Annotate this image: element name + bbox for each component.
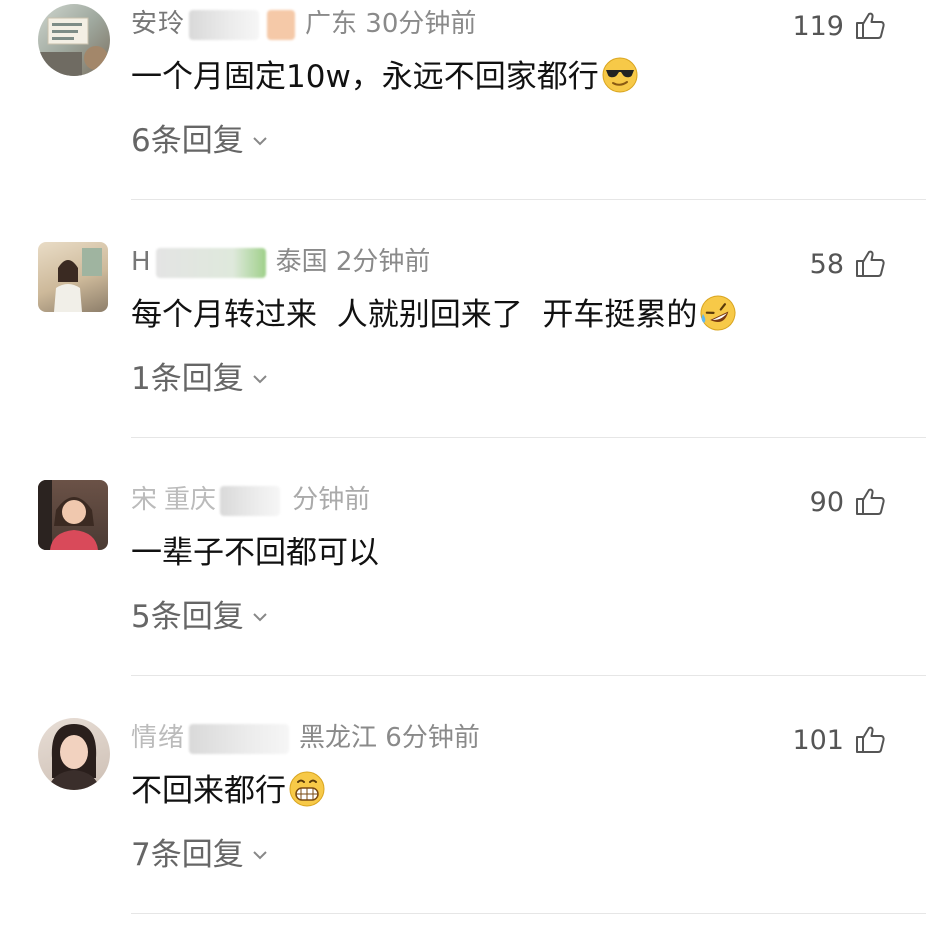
timestamp: 30分钟前	[365, 9, 477, 39]
location: 黑龙江	[299, 723, 378, 753]
divider	[131, 913, 926, 914]
avatar[interactable]	[38, 4, 110, 76]
comment-item: H 泰国 2分钟前 58 每个月转过来 人就别回来了 开车挺累的 1条回复	[0, 238, 926, 476]
timestamp: 分钟前	[292, 485, 371, 515]
like-count: 58	[809, 248, 844, 280]
view-replies-button[interactable]: 5条回复	[131, 594, 270, 640]
comment-meta: 情绪 黑龙江 6分钟前	[131, 716, 651, 760]
replies-label: 5条回复	[131, 599, 244, 635]
location: 泰国	[275, 247, 328, 277]
thumbs-up-icon	[856, 250, 885, 277]
like-button[interactable]: 90	[810, 482, 886, 522]
rolling-laughing-emoji-icon	[700, 295, 736, 331]
blurred-name	[155, 247, 266, 278]
location: 重庆	[164, 485, 217, 515]
username[interactable]: 安玲	[131, 9, 185, 39]
thumbs-up-icon	[856, 12, 885, 39]
location: 广东	[305, 9, 358, 39]
divider	[131, 437, 926, 438]
divider	[131, 199, 926, 200]
chevron-down-icon	[253, 137, 267, 146]
username[interactable]: H	[131, 247, 152, 277]
divider	[131, 675, 926, 676]
comment-item: 情绪 黑龙江 6分钟前 101 不回来都行 7条回复	[0, 714, 926, 952]
view-replies-button[interactable]: 1条回复	[131, 356, 270, 402]
username[interactable]: 宋	[131, 485, 158, 515]
comment-meta: 宋重庆 分钟前	[131, 478, 651, 522]
thumbs-up-icon	[856, 726, 885, 753]
blurred-name	[267, 9, 296, 40]
grinning-emoji-icon	[289, 771, 325, 807]
like-button[interactable]: 101	[792, 720, 886, 760]
replies-label: 6条回复	[131, 123, 244, 159]
comment-body: 每个月转过来 人就别回来了 开车挺累的	[131, 297, 698, 333]
avatar[interactable]	[38, 242, 108, 312]
like-count: 101	[792, 724, 844, 756]
chevron-down-icon	[253, 613, 267, 622]
timestamp: 2分钟前	[335, 247, 431, 277]
like-count: 119	[792, 10, 844, 42]
like-button[interactable]: 58	[810, 244, 886, 284]
comment-text: 一辈子不回都可以	[131, 530, 379, 576]
avatar[interactable]	[38, 480, 108, 550]
chevron-down-icon	[253, 375, 267, 384]
timestamp: 6分钟前	[385, 723, 480, 753]
like-count: 90	[809, 486, 844, 518]
blurred-name	[220, 485, 281, 516]
comment-item: 宋重庆 分钟前 90 一辈子不回都可以 5条回复	[0, 476, 926, 714]
blurred-name	[189, 9, 260, 40]
like-button[interactable]: 119	[792, 6, 886, 46]
avatar[interactable]	[38, 718, 110, 790]
replies-label: 1条回复	[131, 361, 244, 397]
username[interactable]: 情绪	[131, 723, 185, 753]
comment-body: 不回来都行	[131, 773, 286, 809]
comment-body: 一辈子不回都可以	[131, 535, 379, 571]
comment-meta: H 泰国 2分钟前	[131, 240, 651, 284]
comment-meta: 安玲 广东 30分钟前	[131, 2, 651, 46]
view-replies-button[interactable]: 6条回复	[131, 118, 270, 164]
chevron-down-icon	[253, 851, 267, 860]
comment-item: 安玲 广东 30分钟前 119 一个月固定10w，永远不回家都行 6条回复	[0, 0, 926, 238]
view-replies-button[interactable]: 7条回复	[131, 832, 270, 878]
comment-text: 不回来都行	[131, 768, 326, 814]
sunglasses-emoji-icon	[602, 57, 638, 93]
replies-label: 7条回复	[131, 837, 244, 873]
comment-text: 每个月转过来 人就别回来了 开车挺累的	[131, 292, 737, 338]
comment-body: 一个月固定10w，永远不回家都行	[131, 59, 599, 95]
blurred-name	[189, 723, 290, 754]
thumbs-up-icon	[856, 488, 885, 515]
comment-text: 一个月固定10w，永远不回家都行	[131, 54, 639, 100]
